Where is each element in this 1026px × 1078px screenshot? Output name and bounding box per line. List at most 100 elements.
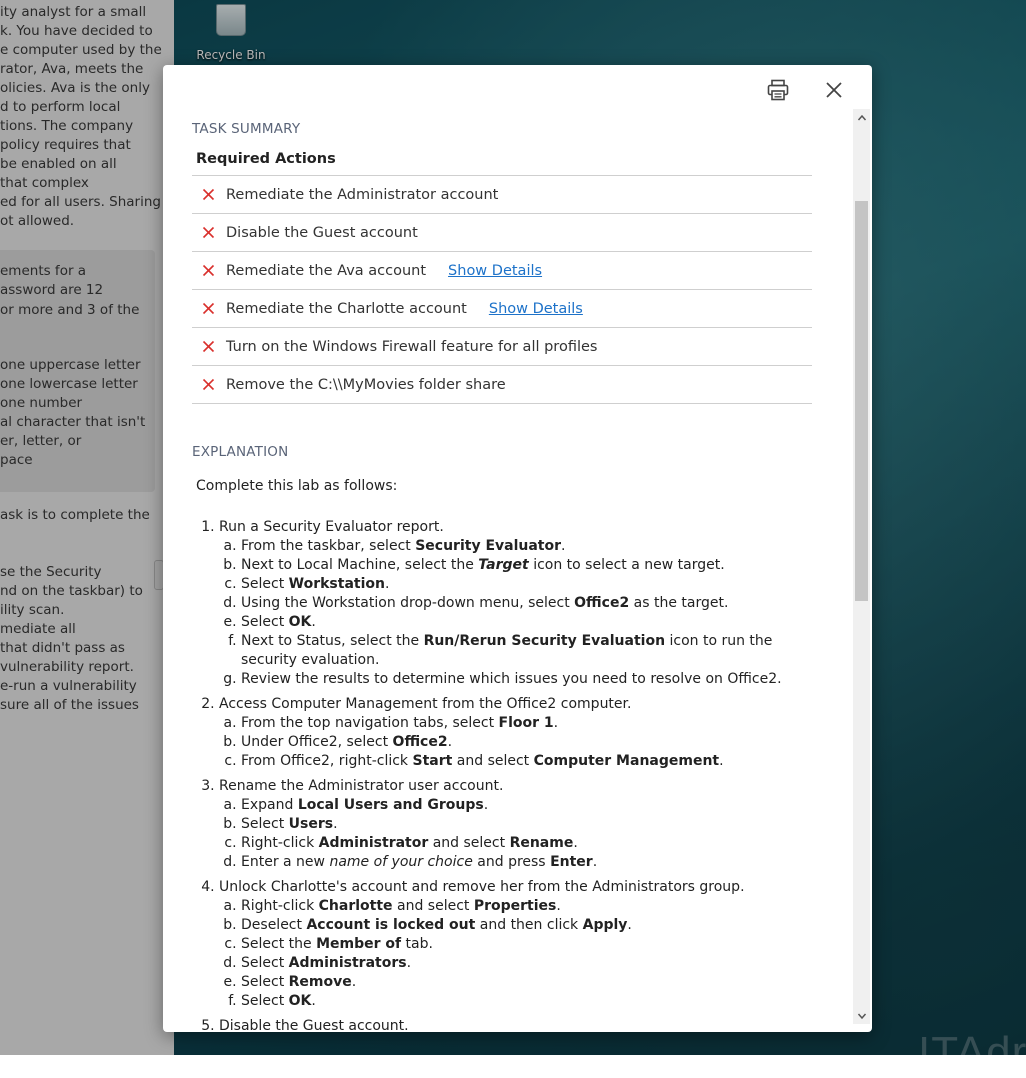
close-button[interactable] — [821, 77, 847, 103]
step-substep: Deselect Account is locked out and then … — [241, 916, 812, 935]
step-substep: Enter a new name of your choice and pres… — [241, 853, 812, 872]
substep-text: . — [384, 576, 390, 592]
step-substep: Using the Workstation drop-down menu, se… — [241, 594, 812, 613]
substep-text: Select — [241, 576, 289, 592]
explanation-steps: Run a Security Evaluator report. From the… — [192, 518, 812, 1032]
step-substep: Under Office2, select Office2. — [241, 733, 812, 752]
substep-text: Next to Local Machine, select the — [241, 557, 479, 573]
substep-text: Next to Status, select the — [241, 633, 424, 649]
substep-text: Target — [478, 557, 529, 573]
explanation-step: Unlock Charlotte's account and remove he… — [219, 878, 812, 1011]
required-action-row: Remediate the Charlotte account Show Deta… — [192, 290, 812, 328]
substep-text: Remove — [288, 974, 352, 990]
substep-text: Charlotte — [318, 898, 393, 914]
chevron-down-icon — [857, 1013, 866, 1019]
step-substep: Expand Local Users and Groups. — [241, 796, 812, 815]
substep-text: From the taskbar, select — [241, 538, 416, 554]
required-action-row: Remediate the Administrator account — [192, 176, 812, 214]
substep-text: . — [333, 816, 338, 832]
close-icon — [826, 82, 842, 98]
substep-text: Deselect — [241, 917, 307, 933]
substep-text: From Office2, right-click — [241, 753, 413, 769]
step-substep: Right-click Charlotte and select Propert… — [241, 897, 812, 916]
substep-text: . — [483, 797, 489, 813]
explanation-step: Disable the Guest account. — [219, 1017, 812, 1032]
substep-text: Review the results to determine which is… — [241, 671, 782, 687]
x-mark-icon — [202, 378, 218, 391]
required-action-label: Remediate the Ava account — [226, 262, 427, 279]
scroll-thumb[interactable] — [855, 201, 868, 601]
step-substep: From the top navigation tabs, select Flo… — [241, 714, 812, 733]
substep-text: Administrator — [318, 835, 429, 851]
substep-text: . — [553, 715, 559, 731]
substep-text: Account is locked out — [306, 917, 476, 933]
dialog-scroll-content[interactable]: TASK SUMMARY Required Actions Remediate … — [163, 109, 853, 1032]
required-action-row: Remove the C:\\MyMovies folder share — [192, 366, 812, 404]
substep-text: name of your choice — [329, 854, 473, 870]
task-summary-dialog: TASK SUMMARY Required Actions Remediate … — [163, 65, 872, 1032]
substep-text: Workstation — [288, 576, 385, 592]
substep-text: Expand — [241, 797, 298, 813]
substep-text: Rename — [509, 835, 574, 851]
substep-text: Security Evaluator — [415, 538, 562, 554]
step-substep: Right-click Administrator and select Ren… — [241, 834, 812, 853]
step-substep: Select the Member of tab. — [241, 935, 812, 954]
substep-text: Start — [412, 753, 453, 769]
explanation-step: Run a Security Evaluator report. From the… — [219, 518, 812, 689]
substep-text: Office2 — [574, 595, 630, 611]
explanation-step: Rename the Administrator user account. Ex… — [219, 777, 812, 872]
step-substep: Select Administrators. — [241, 954, 812, 973]
substep-text: . — [592, 854, 598, 870]
substep-text: . — [719, 753, 724, 769]
substep-text: Office2 — [392, 734, 448, 750]
step-title: Access Computer Management from the Offi… — [219, 696, 632, 712]
substep-text: Select — [241, 614, 289, 630]
show-details-link[interactable]: Show Details — [448, 263, 542, 279]
required-action-label: Remediate the Charlotte account — [226, 300, 467, 317]
required-action-row: Turn on the Windows Firewall feature for… — [192, 328, 812, 366]
substep-text: and select — [452, 753, 534, 769]
step-substep: Select Remove. — [241, 973, 812, 992]
scroll-up-arrow[interactable] — [853, 109, 870, 126]
substep-text: Run/Rerun Security Evaluation — [423, 633, 666, 649]
substep-text: From the top navigation tabs, select — [241, 715, 499, 731]
task-summary-title: TASK SUMMARY — [192, 121, 301, 137]
required-actions-list: Remediate the Administrator account Disab… — [192, 175, 812, 404]
step-substep: Select OK. — [241, 613, 812, 632]
substep-text: . — [561, 538, 566, 554]
substep-text: . — [406, 955, 412, 971]
substep-text: Select — [241, 974, 289, 990]
step-title: Run a Security Evaluator report. — [219, 519, 444, 535]
substep-text: Under Office2, select — [241, 734, 393, 750]
substep-text: Right-click — [241, 835, 319, 851]
substep-text: Enter — [550, 854, 593, 870]
substep-text: Enter a new — [241, 854, 330, 870]
scroll-down-arrow[interactable] — [853, 1007, 870, 1024]
substep-text: Member of — [316, 936, 402, 952]
substep-text: and select — [392, 898, 474, 914]
required-action-label: Turn on the Windows Firewall feature for… — [226, 338, 598, 355]
step-substep: Select Workstation. — [241, 575, 812, 594]
step-substep: Select Users. — [241, 815, 812, 834]
substep-text: Select — [241, 816, 289, 832]
x-mark-icon — [202, 340, 218, 353]
show-details-link[interactable]: Show Details — [489, 301, 583, 317]
printer-icon — [767, 79, 789, 101]
x-mark-icon — [202, 226, 218, 239]
substep-text: . — [311, 993, 316, 1009]
substep-text: Using the Workstation drop-down menu, se… — [241, 595, 575, 611]
substep-text: and then click — [475, 917, 583, 933]
substep-text: as the target. — [629, 595, 729, 611]
substep-text: . — [311, 614, 316, 630]
step-title: Disable the Guest account. — [219, 1018, 409, 1032]
substep-text: and press — [472, 854, 551, 870]
substep-text: Computer Management — [533, 753, 720, 769]
substep-text: Apply — [582, 917, 628, 933]
x-mark-icon — [202, 302, 218, 315]
dialog-scrollbar[interactable] — [853, 109, 870, 1024]
x-mark-icon — [202, 264, 218, 277]
print-button[interactable] — [765, 77, 791, 103]
substep-text: . — [556, 898, 561, 914]
required-action-label: Disable the Guest account — [226, 224, 418, 241]
explanation-intro: Complete this lab as follows: — [196, 478, 398, 494]
